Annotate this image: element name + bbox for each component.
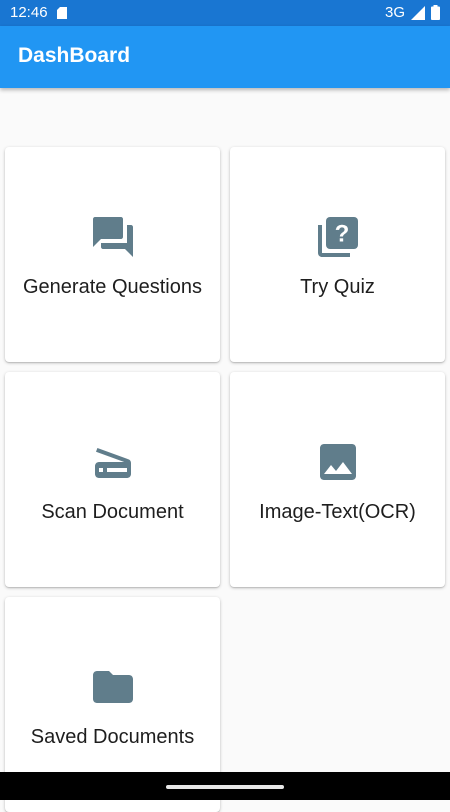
image-icon	[319, 444, 356, 480]
card-label: Generate Questions	[23, 276, 202, 298]
quiz-icon: ?	[317, 217, 358, 257]
forum-icon	[92, 217, 133, 257]
status-bar: 12:46 3G	[0, 0, 450, 26]
battery-icon	[431, 5, 440, 20]
status-time: 12:46	[10, 4, 48, 21]
sd-card-icon	[57, 7, 67, 19]
card-image-text-ocr[interactable]: Image-Text(OCR)	[230, 372, 445, 587]
app-bar: DashBoard	[0, 26, 450, 88]
navigation-bar	[0, 772, 450, 800]
svg-text:?: ?	[334, 220, 349, 247]
card-label: Image-Text(OCR)	[259, 501, 416, 523]
card-try-quiz[interactable]: ? Try Quiz	[230, 147, 445, 362]
network-type: 3G	[384, 4, 405, 21]
card-label: Saved Documents	[30, 726, 195, 748]
home-gesture-handle[interactable]	[166, 785, 284, 789]
scanner-icon	[94, 448, 131, 478]
card-generate-questions[interactable]: Generate Questions	[5, 147, 220, 362]
app-title: DashBoard	[18, 44, 131, 67]
card-label: Scan Document	[41, 501, 184, 523]
card-label: Try Quiz	[300, 276, 375, 298]
signal-icon	[411, 5, 425, 20]
folder-icon	[92, 671, 133, 703]
card-scan-document[interactable]: Scan Document	[5, 372, 220, 587]
